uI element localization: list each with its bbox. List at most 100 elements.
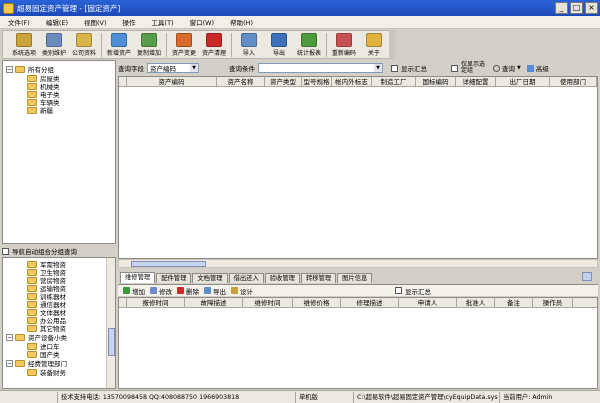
maintenance-grid-header: 报修时间 故障描述 维修时间 维修价格 修理描述 申请人 批准人 备注 操作员 xyxy=(119,298,597,308)
column-header[interactable]: 资产编码 xyxy=(127,77,217,86)
close-button[interactable]: × xyxy=(585,2,598,14)
menu-view[interactable]: 视图(V) xyxy=(76,17,115,27)
advanced-button-label: 高级 xyxy=(535,65,549,73)
delete-x-icon xyxy=(205,33,222,47)
show-summary-checkbox[interactable] xyxy=(391,64,398,72)
status-support: 技术支持电话: 13570098458 QQ:408088750 1966903… xyxy=(58,391,296,403)
column-header[interactable]: 使用部门 xyxy=(550,77,597,86)
column-header[interactable]: 故障描述 xyxy=(185,298,243,307)
minimize-button[interactable]: _ xyxy=(555,2,568,14)
tree-item[interactable]: 新疆 xyxy=(27,105,53,115)
add-asset-button[interactable]: 新增资产 xyxy=(104,31,134,57)
collapse-icon[interactable]: − xyxy=(6,65,13,73)
tab-lend-return[interactable]: 借出还入 xyxy=(228,273,264,283)
column-header[interactable]: 备注 xyxy=(495,298,533,307)
column-header[interactable]: 详细配置 xyxy=(456,77,496,86)
detail-toolbar: 增加 修改 删除 导出 设计 显示汇总 xyxy=(118,284,598,296)
tab-acceptance[interactable]: 验收管理 xyxy=(264,273,300,283)
column-header[interactable]: 申请人 xyxy=(399,298,457,307)
column-header[interactable]: 操作员 xyxy=(533,298,573,307)
barcode-icon xyxy=(335,33,352,47)
column-header[interactable]: 维修时间 xyxy=(243,298,293,307)
search-icon xyxy=(493,64,500,72)
column-header[interactable]: 型号规格 xyxy=(302,77,332,86)
toolbar-label: 导入 xyxy=(242,50,255,57)
menu-edit[interactable]: 编辑(E) xyxy=(38,17,76,27)
tree-item[interactable]: 装备财务 xyxy=(27,367,66,377)
chevron-down-icon[interactable]: ▼ xyxy=(517,65,521,71)
export-button[interactable]: 导出 xyxy=(264,31,294,57)
tab-transfer[interactable]: 转移管理 xyxy=(300,273,337,283)
checkbox-box[interactable] xyxy=(2,247,9,255)
column-header[interactable]: 批准人 xyxy=(457,298,495,307)
column-header[interactable]: 报修时间 xyxy=(127,298,185,307)
menu-file[interactable]: 文件(F) xyxy=(0,17,38,27)
column-header[interactable]: 帐内外标志 xyxy=(332,77,372,86)
tab-parts[interactable]: 配件管理 xyxy=(156,273,192,283)
nav-tree-scrollbar[interactable] xyxy=(106,258,115,388)
collapse-icon[interactable]: − xyxy=(6,359,13,367)
asset-clear-button[interactable]: 资产清理 xyxy=(199,31,229,57)
collapse-icon[interactable]: − xyxy=(6,333,13,341)
column-header[interactable]: 修理描述 xyxy=(341,298,399,307)
export-label: 导出 xyxy=(213,287,226,296)
menu-window[interactable]: 窗口(W) xyxy=(182,17,223,27)
query-field-select[interactable]: 资产编码 ▼ xyxy=(147,63,199,73)
detail-summary-checkbox[interactable]: 显示汇总 xyxy=(395,286,431,296)
scroll-thumb[interactable] xyxy=(108,328,115,356)
auto-group-query-checkbox[interactable]: 导航自动组合分组查询 xyxy=(2,246,116,256)
tab-pictures[interactable]: 图片信息 xyxy=(337,273,373,283)
design-button[interactable]: 设计 xyxy=(231,286,253,296)
import-button[interactable]: 导入 xyxy=(234,31,264,57)
info-icon xyxy=(365,33,382,47)
edit-record-button[interactable]: 修改 xyxy=(150,286,172,296)
filter-icon xyxy=(526,64,534,72)
chevron-down-icon[interactable]: ▼ xyxy=(190,64,198,72)
maximize-button[interactable]: □ xyxy=(570,2,583,14)
column-header[interactable]: 制造工厂 xyxy=(372,77,416,86)
statistics-report-button[interactable]: 统计报表 xyxy=(294,31,324,57)
column-header[interactable]: 出厂日期 xyxy=(496,77,550,86)
close-icon xyxy=(177,287,184,294)
copy-add-button[interactable]: 复制增加 xyxy=(134,31,164,57)
asset-change-button[interactable]: 资产变更 xyxy=(169,31,199,57)
panel-toggle-icon[interactable] xyxy=(582,272,592,281)
checkbox-label: 导航自动组合分组查询 xyxy=(12,248,77,256)
column-header[interactable]: 国标编码 xyxy=(416,77,456,86)
toolbar-label: 导出 xyxy=(272,50,285,57)
plus-icon xyxy=(123,287,130,294)
toolbar-label: 类别维护 xyxy=(42,50,67,57)
scroll-thumb[interactable] xyxy=(131,261,206,267)
query-bar: 查询字段 资产编码 ▼ 查询条件 ▼ 显示汇总 仅显示选定组 查询 ▼ 高级 xyxy=(118,61,598,75)
tab-maintenance[interactable]: 维修管理 xyxy=(120,272,156,283)
company-info-button[interactable]: 公司资料 xyxy=(69,31,99,57)
only-selected-group-checkbox[interactable] xyxy=(451,64,458,72)
asset-grid[interactable]: 资产编码 资产名称 资产类型 型号规格 帐内外标志 制造工厂 国标编码 详细配置… xyxy=(118,76,598,259)
category-maintain-button[interactable]: 类别维护 xyxy=(39,31,69,57)
menu-tools[interactable]: 工具(T) xyxy=(144,17,182,27)
add-record-button[interactable]: 增加 xyxy=(123,286,145,296)
import-icon xyxy=(240,33,257,47)
toolbar-grip[interactable] xyxy=(389,30,395,59)
export-record-button[interactable]: 导出 xyxy=(204,286,226,296)
new-document-icon xyxy=(110,33,127,47)
recode-button[interactable]: 重新编码 xyxy=(329,31,359,57)
tab-documents[interactable]: 文档管理 xyxy=(192,273,228,283)
column-header[interactable]: 维修价格 xyxy=(293,298,341,307)
delete-record-button[interactable]: 删除 xyxy=(177,286,199,296)
checkbox-box[interactable] xyxy=(395,287,402,294)
column-header[interactable]: 资产类型 xyxy=(265,77,302,86)
chevron-down-icon[interactable]: ▼ xyxy=(374,64,382,72)
about-button[interactable]: 关于 xyxy=(359,31,389,57)
folder-icon xyxy=(27,368,37,376)
query-button[interactable]: 查询 ▼ xyxy=(493,63,521,73)
column-header[interactable]: 资产名称 xyxy=(217,77,265,86)
system-options-button[interactable]: 系统选项 xyxy=(9,31,39,57)
asset-grid-hscrollbar[interactable] xyxy=(118,259,598,268)
menu-operate[interactable]: 操作 xyxy=(115,17,144,27)
toolbar-label: 重新编码 xyxy=(331,50,356,57)
maintenance-grid[interactable]: 报修时间 故障描述 维修时间 维修价格 修理描述 申请人 批准人 备注 操作员 xyxy=(118,297,598,389)
advanced-button[interactable]: 高级 xyxy=(526,63,549,73)
menu-help[interactable]: 帮助(H) xyxy=(222,17,261,27)
query-condition-select[interactable]: ▼ xyxy=(258,63,383,73)
